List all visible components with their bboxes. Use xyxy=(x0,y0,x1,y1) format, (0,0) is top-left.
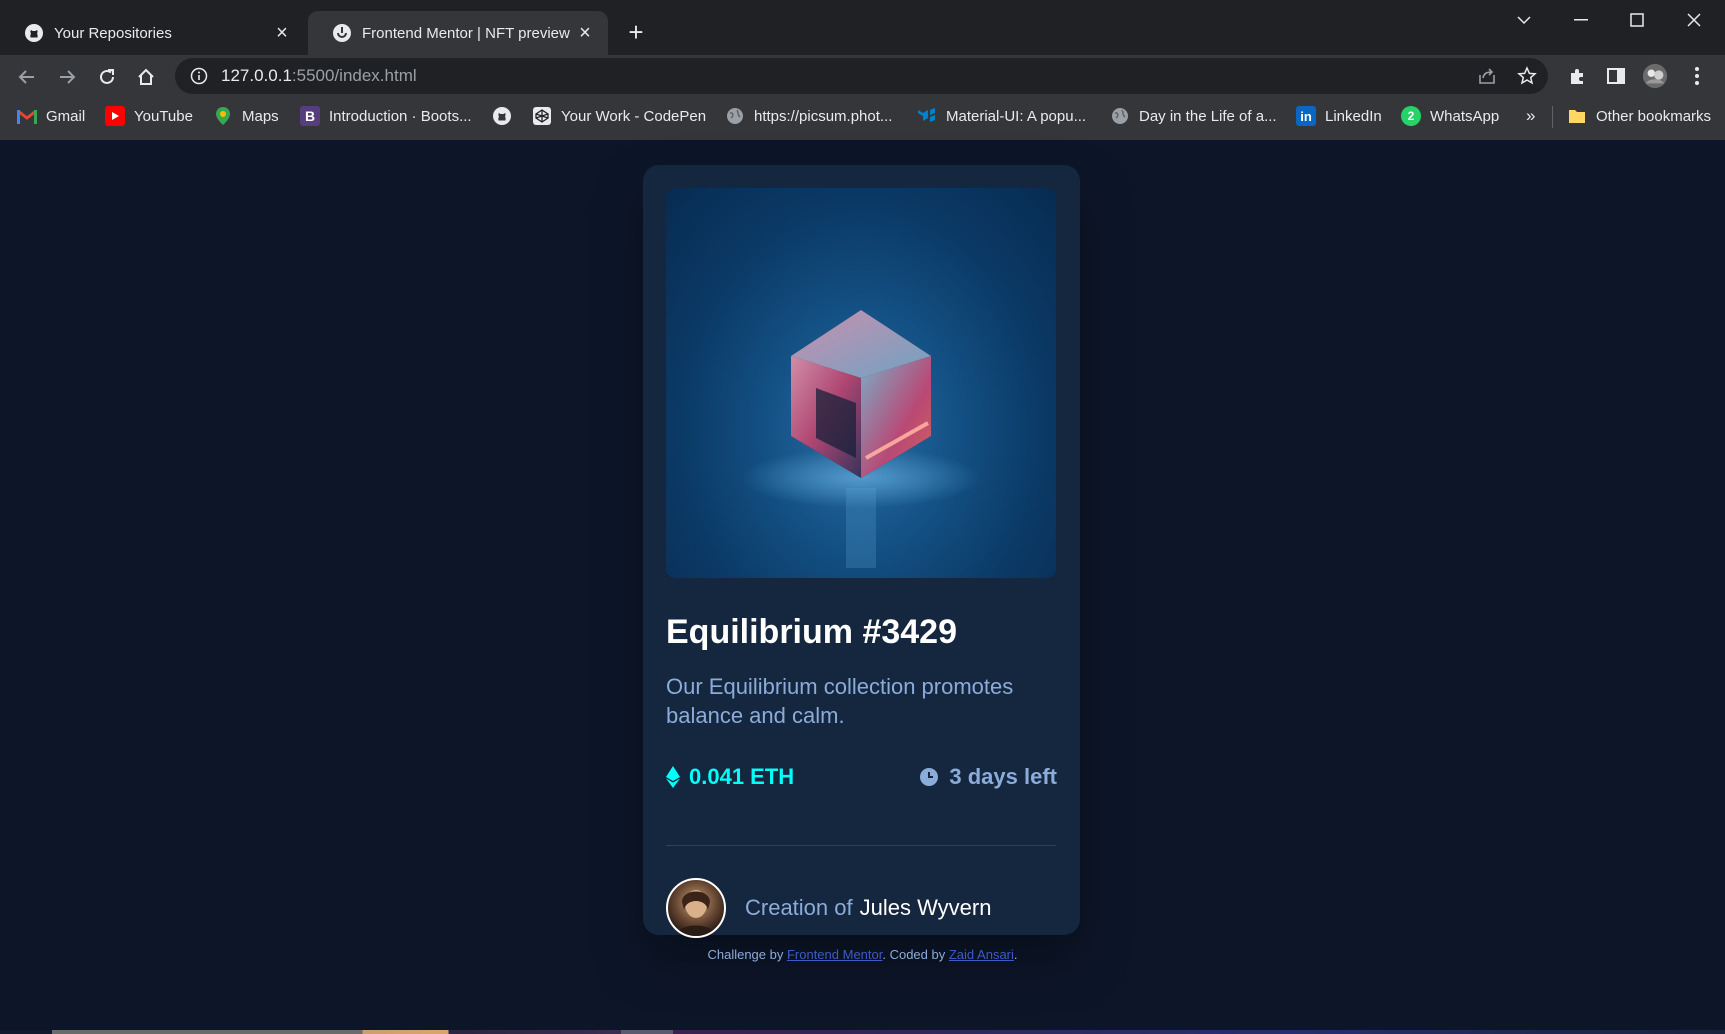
frontend-mentor-icon xyxy=(332,23,352,43)
folder-icon xyxy=(1567,106,1587,126)
bookmark-other[interactable]: Other bookmarks xyxy=(1567,102,1711,130)
nft-image[interactable] xyxy=(666,188,1056,578)
bookmark-picsum[interactable]: https://picsum.phot... xyxy=(725,102,892,130)
creator-row: Creation of Jules Wyvern xyxy=(666,878,991,938)
globe-icon xyxy=(1110,106,1130,126)
card-divider xyxy=(666,845,1056,846)
nft-title[interactable]: Equilibrium #3429 xyxy=(666,613,957,652)
attribution-suffix: . xyxy=(1013,947,1018,962)
tab-title: Your Repositories xyxy=(54,24,172,42)
attribution: Challenge by Frontend Mentor. Coded by Z… xyxy=(0,947,1725,962)
side-panel-icon[interactable] xyxy=(1603,63,1629,89)
github-icon xyxy=(24,23,44,43)
close-tab-icon[interactable]: × xyxy=(271,22,293,44)
price-row: 0.041 ETH xyxy=(666,762,794,792)
bookmarks-overflow-button[interactable]: » xyxy=(1526,102,1535,130)
bookmarks-separator xyxy=(1552,106,1553,128)
bookmark-label: Introduction · Boots... xyxy=(329,107,472,125)
linkedin-icon: in xyxy=(1296,106,1316,126)
author-link[interactable]: Zaid Ansari xyxy=(949,947,1014,962)
price-value: 0.041 ETH xyxy=(689,764,795,789)
time-left-row: 3 days left xyxy=(920,762,1057,792)
attribution-prefix: Challenge by xyxy=(707,947,787,962)
github-icon xyxy=(492,106,512,126)
bookmark-label: Maps xyxy=(242,107,279,125)
bookmark-bootstrap[interactable]: B Introduction · Boots... xyxy=(300,102,472,130)
globe-icon xyxy=(725,106,745,126)
extensions-icon[interactable] xyxy=(1564,63,1590,89)
home-icon[interactable] xyxy=(131,62,161,92)
bookmark-day-in-life[interactable]: Day in the Life of a... xyxy=(1110,102,1277,130)
bookmark-codepen[interactable]: Your Work - CodePen xyxy=(532,102,706,130)
bookmark-label: WhatsApp xyxy=(1430,107,1500,125)
bookmark-label: LinkedIn xyxy=(1325,107,1382,125)
bootstrap-icon: B xyxy=(300,106,320,126)
share-icon[interactable] xyxy=(1475,64,1499,88)
time-left-value: 3 days left xyxy=(949,764,1057,789)
clock-icon xyxy=(920,768,939,786)
maps-icon xyxy=(213,106,233,126)
bookmark-label: YouTube xyxy=(134,107,193,125)
page-viewport: Equilibrium #3429 Our Equilibrium collec… xyxy=(0,140,1725,1030)
chrome-menu-icon[interactable] xyxy=(1684,63,1710,89)
creator-name-link[interactable]: Jules Wyvern xyxy=(860,895,992,921)
bookmark-github[interactable] xyxy=(492,102,521,130)
close-tab-icon[interactable]: × xyxy=(574,22,596,44)
bookmark-whatsapp[interactable]: 2 WhatsApp xyxy=(1401,102,1499,130)
back-icon[interactable] xyxy=(12,62,42,92)
bookmark-star-icon[interactable] xyxy=(1515,64,1539,88)
bookmark-label: Your Work - CodePen xyxy=(561,107,707,125)
nft-card: Equilibrium #3429 Our Equilibrium collec… xyxy=(643,165,1080,938)
nft-description: Our Equilibrium collection promotes bala… xyxy=(666,674,1014,728)
whatsapp-icon: 2 xyxy=(1401,106,1421,126)
reload-icon[interactable] xyxy=(92,62,122,92)
bookmark-label: Gmail xyxy=(46,107,86,125)
bookmarks-bar: Gmail YouTube Maps B Introduction · Boot… xyxy=(0,102,1725,130)
material-ui-icon xyxy=(917,106,937,126)
url-path: :5500/index.html xyxy=(291,66,417,85)
bookmark-label: Day in the Life of a... xyxy=(1139,107,1277,125)
profile-avatar-icon[interactable] xyxy=(1642,63,1668,89)
new-tab-button[interactable]: + xyxy=(622,18,650,46)
bookmark-label: Material-UI: A popu... xyxy=(946,107,1087,125)
attribution-middle: . Coded by xyxy=(882,947,949,962)
taskbar-preview-strip xyxy=(0,1030,1725,1034)
bookmark-linkedin[interactable]: in LinkedIn xyxy=(1296,102,1382,130)
creator-avatar xyxy=(666,878,726,938)
tab-search-icon[interactable] xyxy=(1504,8,1544,32)
bookmark-material-ui[interactable]: Material-UI: A popu... xyxy=(917,102,1086,130)
site-info-icon[interactable] xyxy=(189,66,209,86)
minimize-icon[interactable] xyxy=(1561,8,1601,32)
forward-icon[interactable] xyxy=(52,62,82,92)
frontend-mentor-link[interactable]: Frontend Mentor xyxy=(787,947,882,962)
close-window-icon[interactable] xyxy=(1674,8,1714,32)
address-bar[interactable]: 127.0.0.1:5500/index.html xyxy=(175,58,1548,94)
tab-frontend-mentor[interactable]: Frontend Mentor | NFT preview c × xyxy=(308,11,608,55)
bookmark-gmail[interactable]: Gmail xyxy=(17,102,85,130)
creator-prefix: Creation of xyxy=(745,895,853,920)
url-host: 127.0.0.1 xyxy=(221,66,292,85)
codepen-icon xyxy=(532,106,552,126)
bookmark-maps[interactable]: Maps xyxy=(213,102,279,130)
bookmark-label: https://picsum.phot... xyxy=(754,107,893,125)
tab-title: Frontend Mentor | NFT preview c xyxy=(362,24,574,42)
gmail-icon xyxy=(17,106,37,126)
youtube-icon xyxy=(105,106,125,126)
bookmark-label: Other bookmarks xyxy=(1596,107,1712,125)
bookmark-youtube[interactable]: YouTube xyxy=(105,102,193,130)
ethereum-icon xyxy=(666,766,680,788)
maximize-icon[interactable] xyxy=(1617,8,1657,32)
tab-your-repositories[interactable]: Your Repositories × xyxy=(0,11,305,55)
